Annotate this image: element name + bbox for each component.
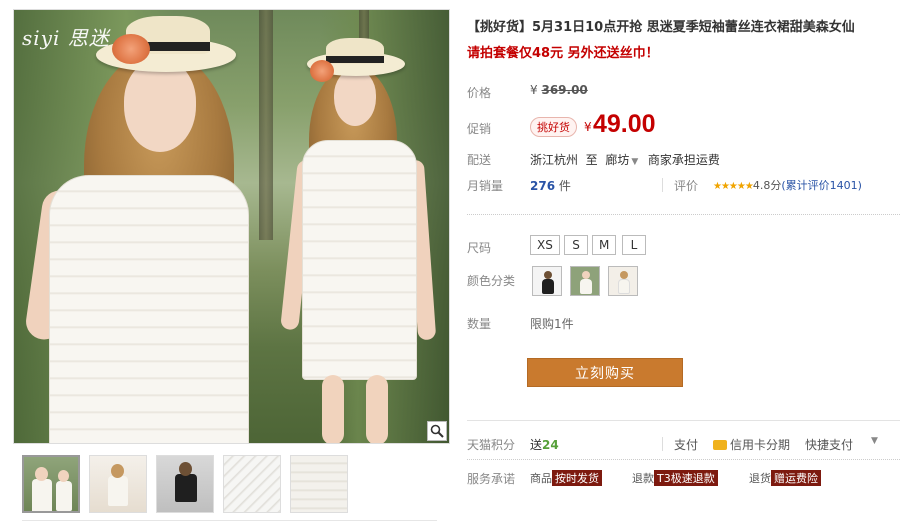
original-price: ¥ 369.00 [530,83,588,97]
sales-unit: 件 [558,179,571,193]
thumbnail-3[interactable] [156,455,214,513]
color-label: 颜色分类 [467,274,516,288]
sales-count: 276 [530,179,556,193]
pay-method[interactable]: 信用卡分期 [713,436,790,453]
points-label: 天猫积分 [467,438,516,452]
thumbnail-4[interactable] [223,455,281,513]
shipping-label: 配送 [467,153,492,167]
color-option-1[interactable] [532,266,562,296]
quantity-limit: 限购1件 [530,317,574,331]
quick-pay[interactable]: 快捷支付 [805,436,853,453]
thumbnail-2[interactable] [89,455,147,513]
sales-label: 月销量 [467,179,504,193]
service-1[interactable]: 商品 按时发货 [530,470,602,486]
pay-label: 支付 [674,438,699,452]
brand-logo: siyi 思迷 [22,26,110,50]
ship-from: 浙江杭州 [530,153,579,167]
ship-to-select[interactable]: 廊坊 [605,153,629,167]
ship-to-word: 至 [585,153,598,167]
buy-now-button[interactable]: 立刻购买 [527,358,683,387]
shipping-fee: 商家承担运费 [647,153,720,167]
shipping-info: 浙江杭州 至 廊坊 ▼ 商家承担运费 [530,151,720,168]
original-price-value: 369.00 [541,83,588,97]
caret-down-icon[interactable]: ▼ [871,436,878,446]
main-product-image[interactable]: siyi 思迷 [13,9,450,444]
color-option-3[interactable] [608,266,638,296]
product-subtitle: 请拍套餐仅48元 另外还送丝巾！ [467,46,659,61]
product-page: siyi 思迷 【挑好货】5月31日10点开抢 思迷夏季短袖蕾丝连衣裙甜美森女仙… [0,0,900,528]
caret-down-icon[interactable]: ▼ [631,157,638,167]
promo-label: 促销 [467,122,492,136]
price-label: 价格 [467,86,492,100]
review-link[interactable]: (累计评价1401) [781,179,862,192]
product-title: 【挑好货】5月31日10点开抢 思迷夏季短袖蕾丝连衣裙甜美森女仙 [467,20,855,35]
size-label: 尺码 [467,241,492,255]
rating: ★★★★★4.8分(累计评价1401) [713,177,862,193]
color-option-2[interactable] [570,266,600,296]
monthly-sales: 276 件 [530,177,571,194]
service-label: 服务承诺 [467,472,516,486]
size-s[interactable]: S [564,235,588,255]
service-2[interactable]: 退款 T3极速退款 [632,470,718,486]
currency-symbol: ¥ [584,120,592,134]
points-value: 送24 [530,438,559,452]
size-m[interactable]: M [592,235,617,255]
size-xs[interactable]: XS [530,235,560,255]
thumbnail-1[interactable] [22,455,80,513]
promo-badge: 挑好货 [530,117,577,137]
quantity-label: 数量 [467,317,492,331]
zoom-icon[interactable] [427,421,447,441]
credit-card-icon [713,440,727,450]
rating-label: 评价 [674,179,699,193]
size-l[interactable]: L [622,235,646,255]
rating-score: 4.8分 [752,179,782,192]
star-icon: ★★★★★ [713,181,754,192]
current-price: 49.00 [593,110,656,138]
thumbnail-5[interactable] [290,455,348,513]
service-3[interactable]: 退货 赠运费险 [749,470,821,486]
